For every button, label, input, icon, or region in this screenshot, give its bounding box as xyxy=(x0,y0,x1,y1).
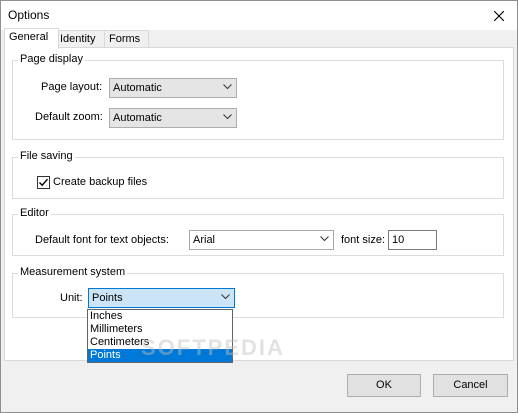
font-size-label: font size: xyxy=(341,234,386,246)
default-zoom-value: Automatic xyxy=(113,112,162,124)
file-saving-title: File saving xyxy=(18,150,75,162)
font-size-value: 10 xyxy=(392,234,405,246)
measurement-group: Measurement system Unit: Points xyxy=(12,266,504,318)
unit-select[interactable]: Points xyxy=(88,288,235,308)
tab-identity-label: Identity xyxy=(60,33,96,45)
ok-button[interactable]: OK xyxy=(347,374,421,397)
default-zoom-select[interactable]: Automatic xyxy=(109,108,237,128)
font-size-input[interactable]: 10 xyxy=(388,230,437,250)
default-zoom-label: Default zoom: xyxy=(35,111,103,123)
unit-option-inches[interactable]: Inches xyxy=(88,310,232,323)
tab-forms-label: Forms xyxy=(109,33,141,45)
checkmark-icon xyxy=(39,178,49,187)
chevron-down-icon xyxy=(320,236,329,242)
tab-identity[interactable]: Identity xyxy=(55,30,109,48)
ok-button-label: OK xyxy=(376,379,392,391)
file-saving-group: File saving Create backup files xyxy=(12,150,504,199)
options-dialog: Options General Identity Forms Page disp… xyxy=(0,0,518,413)
page-layout-select[interactable]: Automatic xyxy=(109,78,237,98)
tab-general[interactable]: General xyxy=(4,28,59,49)
page-display-title: Page display xyxy=(18,53,85,65)
cancel-button[interactable]: Cancel xyxy=(433,374,508,397)
page-layout-label: Page layout: xyxy=(41,81,103,93)
font-value: Arial xyxy=(193,234,216,246)
unit-label: Unit: xyxy=(60,292,83,304)
general-tab-page: Page display Page layout: Automatic Defa… xyxy=(4,47,514,361)
tab-general-label: General xyxy=(9,31,49,43)
unit-value: Points xyxy=(92,292,123,304)
watermark: SOFTPEDIA xyxy=(141,335,285,360)
chevron-down-icon xyxy=(221,294,230,300)
title-bar: Options xyxy=(1,1,517,30)
cancel-button-label: Cancel xyxy=(453,379,488,391)
window-title: Options xyxy=(8,8,50,22)
close-button[interactable] xyxy=(481,1,517,30)
close-icon xyxy=(494,10,504,21)
backup-label: Create backup files xyxy=(53,176,148,188)
page-display-group: Page display Page layout: Automatic Defa… xyxy=(12,53,504,140)
backup-checkbox[interactable] xyxy=(37,176,50,189)
tab-forms[interactable]: Forms xyxy=(104,30,149,48)
chevron-down-icon xyxy=(223,114,232,120)
chevron-down-icon xyxy=(223,84,232,90)
page-layout-value: Automatic xyxy=(113,82,162,94)
measurement-title: Measurement system xyxy=(18,266,128,278)
editor-group: Editor Default font for text objects: Ar… xyxy=(12,207,504,256)
editor-title: Editor xyxy=(18,207,51,219)
default-font-label: Default font for text objects: xyxy=(35,234,169,246)
font-select[interactable]: Arial xyxy=(189,230,334,250)
